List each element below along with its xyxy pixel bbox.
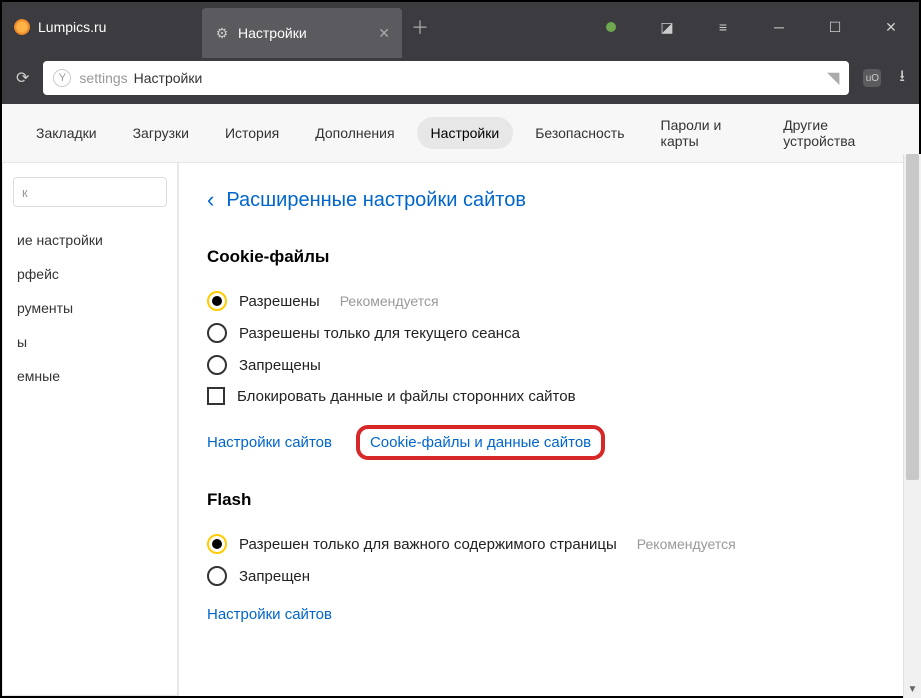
browser-tab-lumpics[interactable]: Lumpics.ru <box>2 2 202 52</box>
sidebar-item[interactable]: емные <box>3 359 177 393</box>
tab-label: Настройки <box>238 25 307 41</box>
option-label: Запрещен <box>239 568 310 585</box>
sidebar-item[interactable]: рументы <box>3 291 177 325</box>
url-prefix: settings <box>79 70 127 86</box>
checkbox-icon <box>207 387 225 405</box>
option-cookies-session[interactable]: Разрешены только для текущего сеанса <box>207 317 891 349</box>
section-links: Настройки сайтов Cookie-файлы и данные с… <box>207 425 891 460</box>
radio-icon <box>207 323 227 343</box>
main-layout: к ие настройки рфейс рументы ы емные ‹ Р… <box>2 162 919 696</box>
nav-tab-bookmarks[interactable]: Закладки <box>22 117 111 149</box>
page-title: Расширенные настройки сайтов <box>226 189 526 212</box>
url-path: Настройки <box>134 70 203 86</box>
shield-icon[interactable] <box>593 22 629 32</box>
url-input[interactable]: Y settings Настройки ◥ <box>43 61 849 95</box>
option-hint: Рекомендуется <box>340 293 439 309</box>
sidebar-search-input[interactable]: к <box>13 177 167 207</box>
bookmark-icon[interactable]: ◪ <box>649 19 685 36</box>
download-icon[interactable]: ⭳ <box>899 65 905 92</box>
section-title-cookies: Cookie-файлы <box>207 247 891 267</box>
option-label: Разрешен только для важного содержимого … <box>239 536 617 553</box>
radio-icon <box>207 291 227 311</box>
section-links: Настройки сайтов <box>207 606 891 623</box>
sidebar-item[interactable]: рфейс <box>3 257 177 291</box>
link-site-settings[interactable]: Настройки сайтов <box>207 606 332 623</box>
option-flash-important[interactable]: Разрешен только для важного содержимого … <box>207 528 891 560</box>
chevron-left-icon: ‹ <box>207 187 214 213</box>
nav-tab-downloads[interactable]: Загрузки <box>119 117 203 149</box>
nav-tab-settings[interactable]: Настройки <box>417 117 514 149</box>
back-header[interactable]: ‹ Расширенные настройки сайтов <box>207 187 891 213</box>
close-button[interactable]: ✕ <box>873 19 909 36</box>
nav-tab-security[interactable]: Безопасность <box>521 117 638 149</box>
sidebar-item[interactable]: ие настройки <box>3 223 177 257</box>
close-icon[interactable]: ✕ <box>378 25 390 42</box>
reload-icon[interactable]: ⟳ <box>16 68 29 88</box>
tab-label: Lumpics.ru <box>38 19 106 35</box>
favicon-icon <box>14 19 30 35</box>
sidebar-item[interactable]: ы <box>3 325 177 359</box>
radio-icon <box>207 566 227 586</box>
menu-icon[interactable]: ≡ <box>705 19 741 35</box>
radio-icon <box>207 355 227 375</box>
bookmark-flag-icon[interactable]: ◥ <box>827 68 839 88</box>
option-label: Разрешены <box>239 293 320 310</box>
settings-content: ‹ Расширенные настройки сайтов Cookie-фа… <box>178 162 919 696</box>
nav-tab-history[interactable]: История <box>211 117 293 149</box>
titlebar-controls: ◪ ≡ ─ ☐ ✕ <box>593 2 919 52</box>
option-label: Блокировать данные и файлы сторонних сай… <box>237 388 576 405</box>
link-site-settings[interactable]: Настройки сайтов <box>207 434 332 451</box>
vertical-scrollbar[interactable]: ▲ ▼ <box>903 154 921 698</box>
titlebar: Lumpics.ru ⚙ Настройки ✕ ＋ ◪ ≡ ─ ☐ ✕ <box>2 2 919 52</box>
gear-icon: ⚙ <box>214 25 230 41</box>
yandex-icon: Y <box>53 69 71 87</box>
settings-sidebar: к ие настройки рфейс рументы ы емные <box>2 162 178 696</box>
section-title-flash: Flash <box>207 490 891 510</box>
option-block-thirdparty[interactable]: Блокировать данные и файлы сторонних сай… <box>207 381 891 411</box>
link-cookie-data[interactable]: Cookie-файлы и данные сайтов <box>370 434 591 451</box>
option-cookies-blocked[interactable]: Запрещены <box>207 349 891 381</box>
new-tab-button[interactable]: ＋ <box>402 2 438 52</box>
nav-tab-passwords[interactable]: Пароли и карты <box>647 109 762 157</box>
highlighted-link-box: Cookie-файлы и данные сайтов <box>356 425 605 460</box>
option-hint: Рекомендуется <box>637 536 736 552</box>
scroll-down-icon[interactable]: ▼ <box>904 680 921 698</box>
minimize-button[interactable]: ─ <box>761 19 797 35</box>
scroll-thumb[interactable] <box>906 154 919 480</box>
nav-tab-devices[interactable]: Другие устройства <box>769 109 899 157</box>
option-label: Разрешены только для текущего сеанса <box>239 325 520 342</box>
option-label: Запрещены <box>239 357 321 374</box>
browser-tab-settings[interactable]: ⚙ Настройки ✕ <box>202 8 402 58</box>
content-area: Закладки Загрузки История Дополнения Нас… <box>2 104 919 696</box>
maximize-button[interactable]: ☐ <box>817 19 853 36</box>
nav-tab-addons[interactable]: Дополнения <box>301 117 408 149</box>
toolbar-icons: uO ⭳ <box>863 65 905 92</box>
radio-icon <box>207 534 227 554</box>
option-cookies-allowed[interactable]: Разрешены Рекомендуется <box>207 285 891 317</box>
option-flash-blocked[interactable]: Запрещен <box>207 560 891 592</box>
address-bar: ⟳ Y settings Настройки ◥ uO ⭳ <box>2 52 919 104</box>
ublock-icon[interactable]: uO <box>863 69 881 87</box>
settings-nav: Закладки Загрузки История Дополнения Нас… <box>2 104 919 162</box>
